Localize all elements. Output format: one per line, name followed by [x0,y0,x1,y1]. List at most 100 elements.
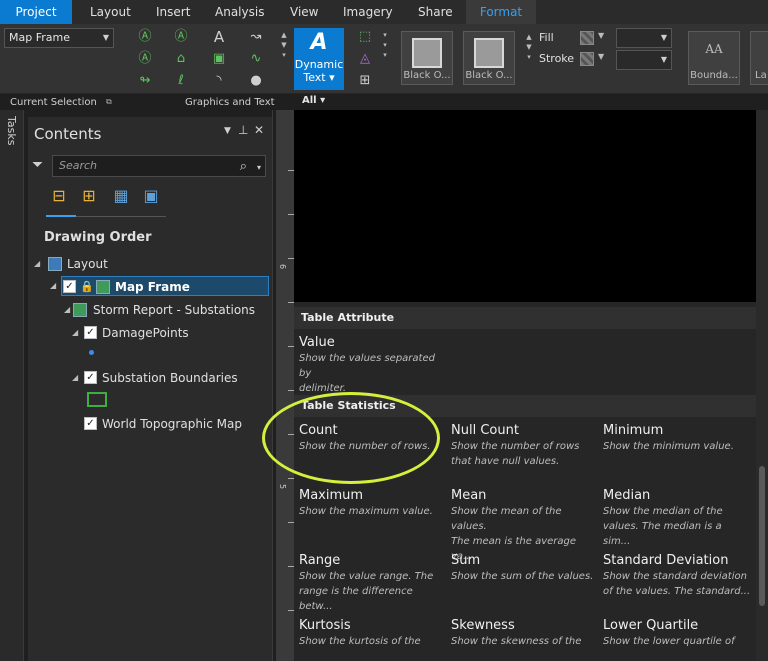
list-by-selection-icon[interactable]: ▦ [110,185,132,207]
gallery-item-median[interactable]: Median Show the median of the values. Th… [603,488,751,549]
chevron-down-icon: ▼ [102,33,109,42]
stroke-width-dropdown[interactable]: ▼ [616,50,672,70]
rectangle-text-icon[interactable]: Ⓐ [136,28,154,46]
lock-icon[interactable]: 🔒 [80,280,94,294]
text-style-tile-boundary[interactable]: AA Bounda... [688,31,740,85]
pane-options-icon[interactable]: ▼ [224,126,231,136]
pane-divider[interactable] [272,110,273,661]
tasks-label: Tasks [5,116,18,146]
gallery-item-maximum[interactable]: Maximum Show the maximum value. [299,488,447,519]
dynamic-text-button[interactable]: A Dynamic Text ▾ [294,28,344,90]
stroke-swatch[interactable] [580,52,594,66]
close-icon[interactable]: ✕ [254,123,264,137]
pin-icon[interactable]: ⊥ [238,123,248,137]
tab-project[interactable]: Project [0,0,72,24]
dynamic-text-icon: A [310,30,328,55]
style-tile-black-outline-1[interactable]: Black O... [401,31,453,85]
gallery-item-standard-deviation[interactable]: Standard Deviation Show the standard dev… [603,553,751,599]
active-view-indicator [46,215,76,217]
tree-item-substation-boundaries[interactable]: ◢ ✓ Substation Boundaries [28,368,268,388]
text-style-label: La [755,70,767,81]
tab-analysis[interactable]: Analysis [215,0,264,24]
item-name: Kurtosis [299,618,351,633]
gallery-item-value[interactable]: Value Show the values separated by delim… [299,335,447,396]
gallery-item-skewness[interactable]: Skewness Show the skewness of the [451,618,599,649]
gallery-item-range[interactable]: Range Show the value range. The range is… [299,553,447,614]
expand-arrow-icon[interactable]: ◢ [50,276,56,296]
dynamic-text-preview [294,110,756,302]
fill-swatch[interactable] [580,31,594,45]
circle-text-icon[interactable]: Ⓐ [136,50,154,68]
expand-arrow-icon[interactable]: ◢ [72,368,78,388]
visibility-checkbox[interactable]: ✓ [84,417,97,430]
tab-format[interactable]: Format [466,0,536,24]
gallery-item-lower-quartile[interactable]: Lower Quartile Show the lower quartile o… [603,618,751,649]
item-name: Range [299,553,341,568]
tree-item-layout[interactable]: ◢ Layout [28,254,268,274]
style-tile-black-outline-2[interactable]: Black O... [463,31,515,85]
gallery-scroll-arrows[interactable]: ▲ ▼ ▾ [279,30,289,60]
group-label-current-selection: Current Selection [10,97,97,108]
item-name: Mean [451,488,487,503]
visibility-checkbox[interactable]: ✓ [84,371,97,384]
tree-item-damagepoints[interactable]: ◢ ✓ DamagePoints [28,323,268,343]
tab-insert[interactable]: Insert [156,0,190,24]
text-icon[interactable]: A [210,28,228,46]
text-style-tile-partial[interactable]: La [750,31,768,85]
chevron-down-icon[interactable]: ▼ [598,52,604,61]
tab-share[interactable]: Share [418,0,453,24]
expand-arrow-icon[interactable]: ◢ [34,254,40,274]
marker-icon[interactable]: ● [247,72,265,90]
tree-item-world-topographic-map[interactable]: ✓ World Topographic Map [28,414,268,434]
visibility-checkbox[interactable]: ✓ [84,326,97,339]
edit-vertices-icon[interactable]: ◬ [356,50,374,68]
tree-item-map[interactable]: ◢ Storm Report - Substations [28,300,268,320]
text-along-path-icon[interactable]: ↝ [247,28,265,46]
tool-scroll-arrows[interactable]: ▾ ▾ ▾ [380,30,390,60]
chevron-down-icon[interactable]: ▾ [257,158,261,178]
gallery-filter-all[interactable]: All ▾ [302,95,325,106]
polygon-text-icon[interactable]: Ⓐ [172,28,190,46]
picture-icon[interactable]: ▣ [210,50,228,68]
line-graphic-icon[interactable]: ∿ [247,50,265,68]
group-icon[interactable]: ⊞ [356,72,374,90]
gallery-item-sum[interactable]: Sum Show the sum of the values. [451,553,599,584]
current-selection-dropdown[interactable]: Map Frame ▼ [4,28,114,48]
item-desc: Show the value range. The range is the d… [299,571,434,612]
tasks-strip[interactable]: Tasks [0,110,24,661]
fill-color-dropdown[interactable]: ▼ [616,28,672,48]
dynamic-text-label-line1: Dynamic [294,58,344,71]
search-icon[interactable]: ⌕ [240,157,247,177]
curve-text-icon[interactable]: ↬ [136,72,154,90]
visibility-checkbox[interactable]: ✓ [63,280,76,293]
gallery-item-null-count[interactable]: Null Count Show the number of rows that … [451,423,599,469]
tab-layout[interactable]: Layout [90,0,131,24]
dialog-launcher-icon[interactable]: ⧉ [106,97,112,107]
gallery-item-kurtosis[interactable]: Kurtosis Show the kurtosis of the [299,618,447,649]
chevron-down-icon[interactable]: ▼ [598,31,604,40]
tab-imagery[interactable]: Imagery [343,0,393,24]
point-graphic-icon[interactable]: ⌂ [172,50,190,68]
fill-label: Fill [539,31,554,44]
expand-arrow-icon[interactable]: ◢ [72,323,78,343]
tree-item-label: DamagePoints [102,326,189,340]
tab-view[interactable]: View [290,0,318,24]
list-by-source-icon[interactable]: ⊞ [78,185,100,207]
current-selection-value: Map Frame [9,31,70,44]
item-desc: Show the standard deviation of the value… [603,571,751,597]
freehand-text-icon[interactable]: ℓ [172,72,190,90]
list-by-editing-icon[interactable]: ▣ [140,185,162,207]
tree-item-map-frame[interactable]: ✓ 🔒 Map Frame [61,276,269,296]
gallery-item-minimum[interactable]: Minimum Show the minimum value. [603,423,751,454]
arc-icon[interactable]: ◝ [210,72,228,90]
gallery-scroll-thumb[interactable] [759,466,765,606]
list-by-drawing-order-icon[interactable]: ⊟ [48,185,70,207]
select-by-rectangle-icon[interactable]: ⬚ [356,28,374,46]
tree-item-label: Layout [67,257,108,271]
expand-arrow-icon[interactable]: ◢ [64,300,70,320]
item-desc: Show the sum of the values. [451,571,594,582]
filter-icon[interactable]: ⏷ [32,157,43,173]
ribbon-tab-bar: Project Layout Insert Analysis View Imag… [0,0,768,24]
search-input[interactable]: Search ⌕ ▾ [52,155,266,177]
style-gallery-arrows[interactable]: ▲ ▼ ▾ [524,32,534,62]
